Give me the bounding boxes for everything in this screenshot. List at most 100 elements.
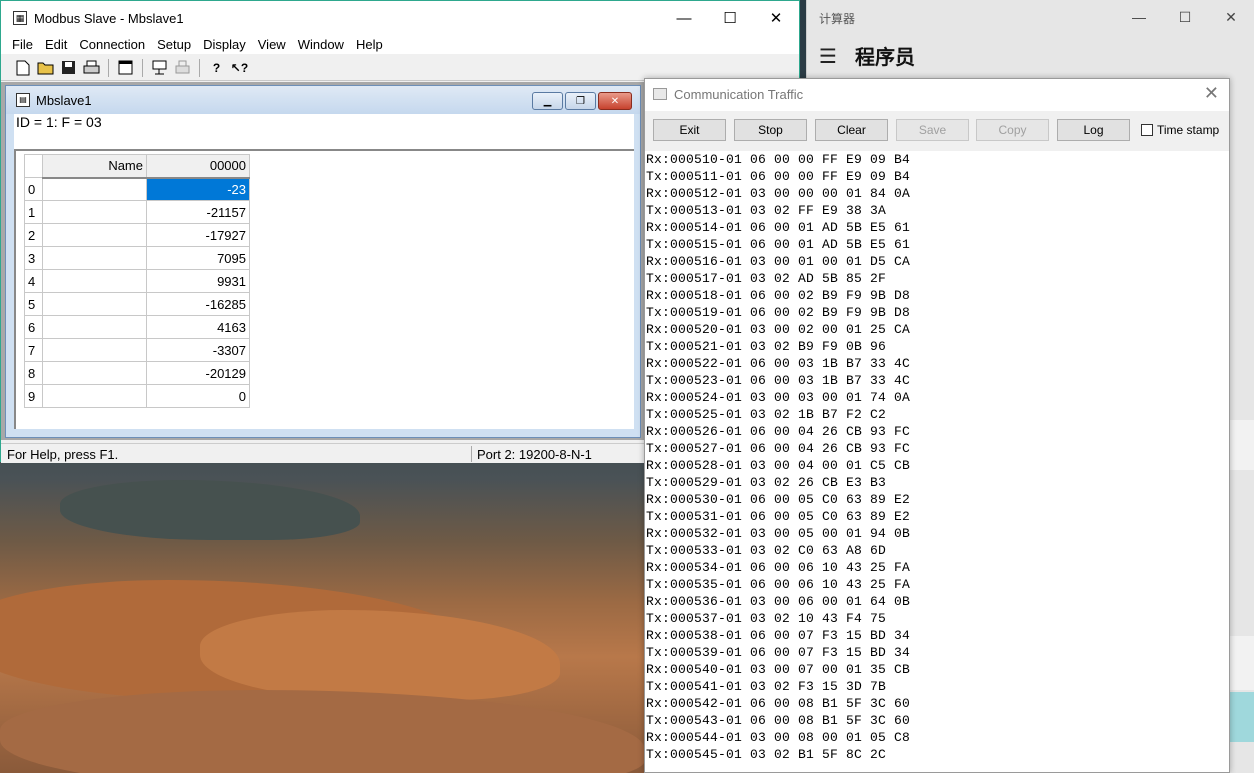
table-row: 2 -17927 (24, 223, 250, 247)
open-folder-icon[interactable] (36, 58, 55, 77)
child-close-icon[interactable]: ✕ (598, 92, 632, 110)
exit-button[interactable]: Exit (653, 119, 726, 141)
register-name-cell[interactable] (42, 269, 147, 293)
row-number[interactable]: 7 (24, 338, 43, 362)
menu-setup[interactable]: Setup (151, 35, 197, 54)
traffic-line: Rx:000532-01 03 00 05 00 01 94 0B (646, 526, 911, 541)
traffic-line: Rx:000514-01 06 00 01 AD 5B E5 61 (646, 220, 911, 235)
register-name-cell[interactable] (42, 361, 147, 385)
register-grid: Name 00000 0 -23 1 -21157 2 -17927 3 7095 4 9931 5… (14, 149, 634, 429)
register-value-cell[interactable]: -3307 (146, 338, 250, 362)
traffic-line: Rx:000540-01 03 00 07 00 01 35 CB (646, 662, 911, 677)
timestamp-checkbox[interactable]: Time stamp (1141, 123, 1219, 137)
register-value-cell[interactable]: -16285 (146, 292, 250, 316)
modbus-app-icon: ▦ (13, 11, 27, 25)
register-name-cell[interactable] (42, 384, 147, 408)
menu-help[interactable]: Help (350, 35, 389, 54)
menu-window[interactable]: Window (292, 35, 350, 54)
child-minimize-icon[interactable]: ▁ (532, 92, 563, 110)
traffic-log[interactable]: Rx:000510-01 06 00 00 FF E9 09 B4 Tx:0005… (645, 151, 1229, 772)
child-restore-icon[interactable]: ❐ (565, 92, 596, 110)
checkbox-box[interactable] (1141, 124, 1153, 136)
stop-button[interactable]: Stop (734, 119, 807, 141)
toolbar-separator (199, 58, 200, 77)
traffic-line: Rx:000544-01 03 00 08 00 01 05 C8 (646, 730, 911, 745)
register-table: Name 00000 0 -23 1 -21157 2 -17927 3 7095 4 9931 5… (24, 154, 250, 408)
save-button[interactable]: Save (896, 119, 969, 141)
corner-cell (24, 154, 43, 178)
register-name-cell[interactable] (42, 177, 147, 201)
traffic-line: Tx:000535-01 06 00 06 10 43 25 FA (646, 577, 911, 592)
traffic-line: Rx:000530-01 06 00 05 C0 63 89 E2 (646, 492, 911, 507)
traffic-line: Tx:000523-01 06 00 03 1B B7 33 4C (646, 373, 911, 388)
hamburger-menu-icon[interactable]: ☰ (819, 44, 837, 69)
close-icon[interactable]: ✕ (753, 1, 799, 35)
calculator-equals-button[interactable] (1228, 692, 1254, 742)
register-name-cell[interactable] (42, 315, 147, 339)
print-icon[interactable] (82, 58, 101, 77)
toolbar-separator (108, 58, 109, 77)
menu-edit[interactable]: Edit (39, 35, 73, 54)
row-number[interactable]: 8 (24, 361, 43, 385)
row-number[interactable]: 4 (24, 269, 43, 293)
menu-connection[interactable]: Connection (73, 35, 151, 54)
log-button[interactable]: Log (1057, 119, 1130, 141)
register-name-cell[interactable] (42, 292, 147, 316)
table-row: 4 9931 (24, 269, 250, 293)
new-file-icon[interactable] (13, 58, 32, 77)
traffic-line: Tx:000513-01 03 02 FF E9 38 3A (646, 203, 887, 218)
save-icon[interactable] (59, 58, 78, 77)
register-value-cell[interactable]: 7095 (146, 246, 250, 270)
clear-button[interactable]: Clear (815, 119, 888, 141)
column-header-name[interactable]: Name (42, 154, 147, 179)
minimize-icon[interactable]: — (1116, 0, 1162, 34)
row-number[interactable]: 5 (24, 292, 43, 316)
row-number[interactable]: 2 (24, 223, 43, 247)
help-icon[interactable]: ? (207, 58, 226, 77)
row-number[interactable]: 6 (24, 315, 43, 339)
menu-display[interactable]: Display (197, 35, 252, 54)
row-number[interactable]: 3 (24, 246, 43, 270)
traffic-line: Rx:000520-01 03 00 02 00 01 25 CA (646, 322, 911, 337)
copy-button[interactable]: Copy (976, 119, 1049, 141)
register-name-cell[interactable] (42, 223, 147, 247)
register-value-cell[interactable]: -17927 (146, 223, 250, 247)
title-bar: ▦ Modbus Slave - Mbslave1 — ☐ ✕ (1, 1, 799, 35)
register-value-cell[interactable]: 0 (146, 384, 250, 408)
minimize-icon[interactable]: — (661, 1, 707, 35)
traffic-line: Tx:000521-01 03 02 B9 F9 0B 96 (646, 339, 887, 354)
traffic-line: Rx:000536-01 03 00 06 00 01 64 0B (646, 594, 911, 609)
document-icon: ▤ (16, 93, 30, 107)
register-name-cell[interactable] (42, 200, 147, 224)
menu-view[interactable]: View (252, 35, 292, 54)
maximize-icon[interactable]: ☐ (707, 1, 753, 35)
maximize-icon[interactable]: ☐ (1162, 0, 1208, 34)
column-header-address[interactable]: 00000 (146, 154, 250, 179)
context-help-icon[interactable]: ↖? (230, 58, 249, 77)
close-icon[interactable]: ✕ (1208, 0, 1254, 34)
register-value-cell[interactable]: 4163 (146, 315, 250, 339)
status-help-text: For Help, press F1. (7, 447, 119, 462)
table-row: 1 -21157 (24, 200, 250, 224)
table-row: 6 4163 (24, 315, 250, 339)
traffic-line: Tx:000511-01 06 00 00 FF E9 09 B4 (646, 169, 911, 184)
connect-icon[interactable] (150, 58, 169, 77)
row-number[interactable]: 0 (24, 177, 43, 201)
close-icon[interactable]: ✕ (1204, 83, 1219, 104)
register-value-cell[interactable]: -21157 (146, 200, 250, 224)
register-value-cell[interactable]: 9931 (146, 269, 250, 293)
register-name-cell[interactable] (42, 338, 147, 362)
slave-id-function-label: ID = 1: F = 03 (14, 114, 634, 149)
traffic-line: Tx:000527-01 06 00 04 26 CB 93 FC (646, 441, 911, 456)
row-number[interactable]: 1 (24, 200, 43, 224)
register-value-cell[interactable]: -23 (146, 177, 250, 201)
register-name-cell[interactable] (42, 246, 147, 270)
menu-file[interactable]: File (6, 35, 39, 54)
calculator-panel (1228, 636, 1254, 690)
row-number[interactable]: 9 (24, 384, 43, 408)
traffic-line: Tx:000525-01 03 02 1B B7 F2 C2 (646, 407, 887, 422)
register-value-cell[interactable]: -20129 (146, 361, 250, 385)
window-icon[interactable] (116, 58, 135, 77)
disconnect-icon[interactable] (173, 58, 192, 77)
status-port: Port 2: 19200-8-N-1 (477, 447, 592, 462)
